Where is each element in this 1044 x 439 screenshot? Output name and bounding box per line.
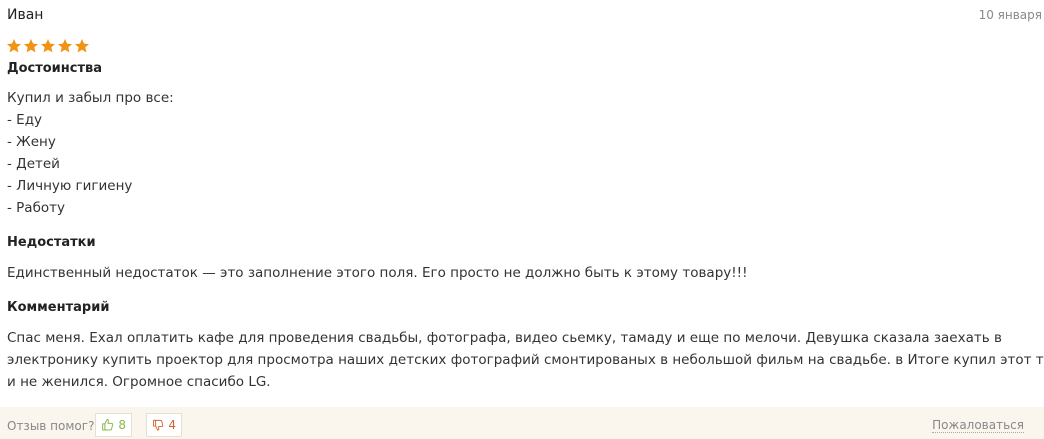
downvote-button[interactable]: 4	[146, 413, 182, 437]
comment-line: и не женился. Огромное спасибо LG.	[7, 374, 271, 390]
downvote-count: 4	[168, 418, 176, 432]
star-icon	[75, 39, 89, 53]
star-icon	[24, 39, 38, 53]
star-icon	[41, 39, 55, 53]
comment-line: Спас меня. Ехал оплатить кафе для провед…	[7, 330, 1002, 346]
star-rating	[6, 38, 90, 54]
pros-line: Купил и забыл про все:	[7, 90, 174, 106]
comment-line: электронику купить проектор для просмотр…	[7, 352, 1044, 368]
pros-line: - Личную гигиену	[7, 178, 133, 194]
review-date: 10 января	[978, 8, 1042, 22]
cons-title: Недостатки	[7, 235, 96, 250]
pros-line: - Жену	[7, 134, 56, 150]
thumbs-down-icon	[153, 419, 164, 431]
report-link[interactable]: Пожаловаться	[932, 418, 1024, 433]
pros-text: Купил и забыл про все: - Еду - Жену - Де…	[7, 87, 174, 219]
pros-line: - Детей	[7, 156, 60, 172]
upvote-count: 8	[118, 418, 126, 432]
review-card: Иван 10 января Достоинства Купил и забыл…	[0, 0, 1044, 439]
cons-text: Единственный недостаток — это заполнение…	[7, 262, 747, 284]
comment-title: Комментарий	[7, 300, 110, 315]
star-icon	[7, 39, 22, 53]
pros-title: Достоинства	[7, 61, 103, 76]
comment-text: Спас меня. Ехал оплатить кафе для провед…	[7, 327, 1044, 393]
pros-line: - Работу	[7, 200, 66, 216]
cons-line: Единственный недостаток — это заполнение…	[7, 265, 748, 281]
pros-line: - Еду	[7, 112, 43, 128]
thumbs-up-icon	[102, 418, 114, 431]
helpful-question: Отзыв помог?	[7, 419, 95, 433]
review-author: Иван	[7, 7, 44, 23]
review-footer: Отзыв помог? 8 4 Пожаловаться	[0, 407, 1044, 439]
star-icon	[58, 39, 72, 53]
upvote-button[interactable]: 8	[95, 413, 132, 437]
